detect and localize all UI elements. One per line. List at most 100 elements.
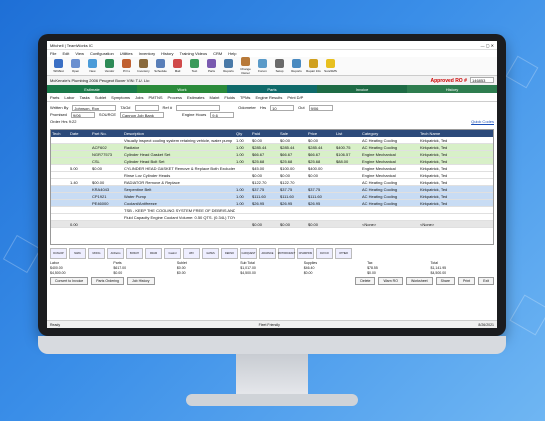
hours-field[interactable]: 10 [270,104,295,111]
vendor-logo[interactable]: Castrol [164,247,181,259]
promised-field[interactable]: 9/06 [70,111,95,118]
stage-work[interactable]: Work [137,85,227,93]
menu-item-file[interactable]: File [50,51,56,56]
toolbar-button-open[interactable]: Open [68,59,83,73]
toolbar-button-schedule[interactable]: Schedule [153,59,168,73]
print-button[interactable]: Print [457,277,476,285]
tab-engine-results[interactable]: Engine Results [255,95,282,100]
table-row[interactable]: CSL Cylinder Head Bolt Set 1.00 $25.68 $25.6… [51,158,493,165]
stage-estimate[interactable]: Estimate [47,85,137,93]
window-controls[interactable]: — ▢ ✕ [481,43,494,48]
vendor-logo[interactable]: MOOG [88,247,105,259]
vendor-logo[interactable]: OTHER [335,247,352,259]
tab-print-d-p[interactable]: Print D/P [287,95,303,100]
toolbar-button-vendor[interactable]: Vendor [102,59,117,73]
menu-item-utilities[interactable]: Utilities [120,51,133,56]
vendor-logo[interactable]: CARQUEST [240,247,257,259]
source-field[interactable]: Cannon Job Bank [120,111,165,118]
vendor-logo[interactable]: ADVANCE [259,247,276,259]
ref-field[interactable] [176,104,221,111]
quick-codes-link[interactable]: Quick Codes [471,119,494,124]
engine-hours-field[interactable]: 9.6 [210,111,235,118]
vendor-logo[interactable]: DENSO [221,247,238,259]
toolbar-button-wo-est[interactable]: WO/Est [51,59,66,73]
tab-parts[interactable]: Parts [50,95,59,100]
toolbar-button-parts[interactable]: Parts [204,59,219,73]
column-header[interactable]: Tech Name [419,130,471,137]
menu-item-configuration[interactable]: Configuration [90,51,114,56]
menu-item-inventory[interactable]: Inventory [139,51,155,56]
column-header[interactable]: Tech [51,130,69,137]
toolbar-button-suresms[interactable]: SureSMS [323,59,338,73]
tab-process[interactable]: Process [168,95,182,100]
column-header[interactable]: Paid [251,130,279,137]
table-row[interactable]: KRA4043 Serpentine Belt 1.00 $37.75 $37.75 $3… [51,186,493,193]
tab-maint[interactable]: Maint [210,95,220,100]
toolbar-button-forum[interactable]: Forum [255,59,270,73]
toolbar-button-new[interactable]: New [85,59,100,73]
table-row[interactable]: 0.00 $0.00 $0.00 $0.00 <None> <None> [51,221,493,228]
written-by-field[interactable]: Johnson, Ron [72,104,117,111]
toolbar-button-change-owner[interactable]: Change Owner [238,57,253,75]
column-header[interactable]: Date [69,130,91,137]
toolbar-button-reports[interactable]: Reports [289,59,304,73]
table-row[interactable]: PE46000 Coolant/Antifreeze 1.00 $26.95 $26.9… [51,200,493,207]
toolbar-button-setup[interactable]: Setup [272,59,287,73]
stage-parts[interactable]: Parts [227,85,317,93]
vendor-logo[interactable]: DAYCO [316,247,333,259]
vendor-logo[interactable]: CHAMPION [297,247,314,259]
tab-tpms[interactable]: TPMs [240,95,250,100]
table-row[interactable]: 1.40 $00.00 RADIATOR Remove & Replace $122.… [51,179,493,186]
toolbar-button-p-o-s[interactable]: P.O.s [119,59,134,73]
table-row[interactable]: ACF602 Radiator 1.00 $285.44 $285.44 $285.44 $… [51,144,493,151]
menu-item-help[interactable]: Help [228,51,236,56]
tab-fluids[interactable]: Fluids [224,95,235,100]
job-history-button[interactable]: Job History [126,277,155,285]
share-button[interactable]: Share [435,277,455,285]
worksheet-button[interactable]: Worksheet [405,277,433,285]
exit-button[interactable]: Exit [478,277,494,285]
menu-item-edit[interactable]: Edit [62,51,69,56]
tab-pmtns[interactable]: PMTNS [149,95,163,100]
vendor-logo[interactable]: DUNLOP [50,247,67,259]
vendor-logo[interactable]: NAPA [69,247,86,259]
table-row[interactable]: TSB - KEEP THE COOLING SYSTEM FREE OF DE… [51,207,493,214]
vendor-logo[interactable]: MOTORCRAFT [278,247,295,259]
out-field[interactable]: 9/06 [308,104,333,111]
table-row[interactable]: Visually inspect cooling system retainin… [51,137,493,144]
table-row[interactable]: 5.00 $0.00 CYLINDER HEAD GASKET Remove & R… [51,165,493,172]
tab-jobs[interactable]: Jobs [135,95,143,100]
column-header[interactable]: Part No. [91,130,123,137]
vendor-logo[interactable]: BOSCH [126,247,143,259]
tab-estimates[interactable]: Estimates [187,95,205,100]
tab-sublet[interactable]: Sublet [95,95,106,100]
stage-history[interactable]: History [407,85,497,93]
table-row[interactable]: Rinse Lov Cylinder Heads $0.00 $0.00 $0.00 E… [51,172,493,179]
tab-tasks[interactable]: Tasks [80,95,90,100]
toolbar-button-inventory[interactable]: Inventory [136,59,151,73]
vendor-logo[interactable]: FRAM [145,247,162,259]
toolbar-button-mail[interactable]: Mail [170,59,185,73]
menu-item-crm[interactable]: CRM [213,51,222,56]
stage-invoice[interactable]: Invoice [317,85,407,93]
toolbar-button-text[interactable]: Text [187,59,202,73]
tab-labor[interactable]: Labor [64,95,74,100]
convert-to-invoice-button[interactable]: Convert to Invoice [50,277,89,285]
menu-item-training-videos[interactable]: Training Videos [180,51,208,56]
column-header[interactable]: Category [361,130,419,137]
toolbar-button-repair-info[interactable]: Repair Info [306,59,321,73]
toolbar-button-reports[interactable]: Reports [221,59,236,73]
column-header[interactable]: List [335,130,361,137]
column-header[interactable]: Sale [279,130,307,137]
parts-ordering-button[interactable]: Parts Ordering [91,277,124,285]
vendor-logo[interactable]: WIX [183,247,200,259]
menu-item-history[interactable]: History [161,51,173,56]
table-row[interactable]: CP1921 Water Pump 1.00 $111.60 $111.60 $111.6… [51,193,493,200]
column-header[interactable]: Price [307,130,335,137]
menu-item-view[interactable]: View [75,51,84,56]
table-row[interactable]: Fluid Capacity Engine Coolant Volume: 0.… [51,214,493,221]
delete-button[interactable]: Delete [355,277,376,285]
vendor-logo[interactable]: ACDelco [107,247,124,259]
column-header[interactable]: Description [123,130,235,137]
column-header[interactable]: Qty [235,130,251,137]
